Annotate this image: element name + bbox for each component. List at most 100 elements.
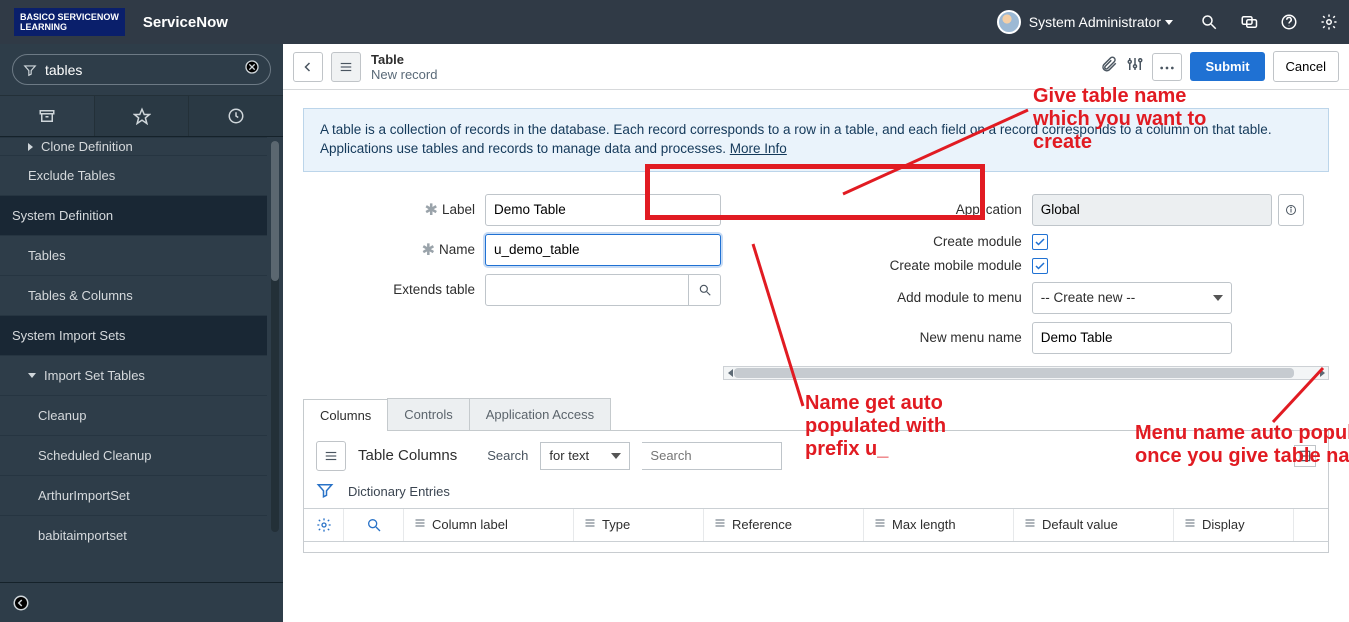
extends-lookup-button[interactable] [689, 274, 721, 306]
nav-item-label: Scheduled Cleanup [38, 448, 151, 463]
create-mobile-checkbox[interactable] [1032, 258, 1048, 274]
column-header[interactable]: Max length [864, 509, 1014, 541]
submit-button[interactable]: Submit [1190, 52, 1264, 81]
user-menu[interactable]: System Administrator [1029, 14, 1161, 30]
conversations-icon[interactable] [1237, 10, 1261, 34]
gear-icon [316, 517, 332, 533]
nav-item-label: System Import Sets [12, 328, 125, 343]
check-icon [1034, 260, 1046, 272]
app-navigator: Clone Definition Exclude Tables System Def… [0, 44, 283, 622]
nav-item[interactable]: Exclude Tables [0, 155, 267, 195]
nav-item[interactable]: ArthurImportSet [0, 475, 267, 515]
tab-application-access[interactable]: Application Access [469, 398, 611, 430]
nav-item[interactable]: Tables & Columns [0, 275, 267, 315]
chevron-down-icon [611, 453, 621, 459]
collapse-icon [12, 594, 30, 612]
filter-breadcrumb[interactable]: Dictionary Entries [348, 484, 450, 499]
tab-columns[interactable]: Columns [303, 399, 388, 431]
form-menu-button[interactable] [331, 52, 361, 82]
column-header[interactable]: Column label [404, 509, 574, 541]
back-button[interactable] [293, 52, 323, 82]
nav-item-label: babitaimportset [38, 528, 127, 543]
column-header-label: Max length [892, 517, 956, 532]
nav-item[interactable]: Clone Definition [0, 137, 267, 155]
list-title: Table Columns [358, 447, 457, 464]
add-menu-label: Add module to menu [897, 290, 1022, 305]
check-icon [1034, 236, 1046, 248]
list-search-input[interactable] [642, 442, 782, 470]
collapse-list-icon[interactable]: ⊟ [1294, 445, 1316, 467]
archive-icon [38, 107, 56, 125]
logo: BASICO SERVICENOW LEARNING [14, 8, 125, 36]
nav-item-label: ArthurImportSet [38, 488, 130, 503]
nav-item[interactable]: System Import Sets [0, 315, 267, 355]
create-module-checkbox[interactable] [1032, 234, 1048, 250]
cancel-button[interactable]: Cancel [1273, 51, 1339, 82]
extends-label: Extends table [393, 282, 475, 297]
name-field[interactable] [485, 234, 721, 266]
more-info-link[interactable]: More Info [730, 141, 787, 156]
chevron-down-icon [1213, 295, 1223, 301]
search-icon [366, 517, 382, 533]
nav-tree: Clone Definition Exclude Tables System Def… [0, 137, 283, 582]
nav-item[interactable]: Scheduled Cleanup [0, 435, 267, 475]
nav-item[interactable]: Cleanup [0, 395, 267, 435]
nav-item[interactable]: System Definition [0, 195, 267, 235]
personalize-icon[interactable] [1126, 55, 1144, 78]
create-module-label: Create module [933, 234, 1022, 249]
nav-item-label: Exclude Tables [28, 168, 115, 183]
column-header-label: Reference [732, 517, 792, 532]
nav-filter[interactable] [12, 54, 271, 85]
tab-controls[interactable]: Controls [387, 398, 469, 430]
list-search-toggle[interactable] [344, 509, 404, 541]
form-header: Table New record Submit Cancel [283, 44, 1349, 90]
page-subtitle: New record [371, 67, 437, 82]
add-menu-select[interactable]: -- Create new -- [1032, 282, 1232, 314]
column-header[interactable]: Type [574, 509, 704, 541]
list-menu-button[interactable] [316, 441, 346, 471]
nav-tab-history[interactable] [189, 96, 283, 136]
column-header[interactable]: Default value [1014, 509, 1174, 541]
required-icon: ✱ [425, 200, 438, 220]
user-menu-caret-icon[interactable] [1165, 20, 1173, 25]
search-icon[interactable] [1197, 10, 1221, 34]
chevron-left-icon [302, 61, 314, 73]
column-header-label: Default value [1042, 517, 1118, 532]
application-info-button[interactable] [1278, 194, 1304, 226]
list-search-mode[interactable]: for text [540, 442, 630, 470]
nav-tab-favorites[interactable] [95, 96, 189, 136]
nav-filter-input[interactable] [45, 62, 244, 78]
new-menu-field[interactable] [1032, 322, 1232, 354]
application-label: Application [956, 202, 1022, 217]
column-header-label: Display [1202, 517, 1245, 532]
hamburger-icon [324, 449, 338, 463]
nav-item[interactable]: Tables [0, 235, 267, 275]
nav-item[interactable]: babitaimportset [0, 515, 267, 555]
form-h-scroll[interactable] [723, 366, 1329, 380]
nav-tab-all[interactable] [0, 96, 94, 136]
nav-item[interactable]: Import Set Tables [0, 355, 267, 395]
label-field[interactable] [485, 194, 721, 226]
help-icon[interactable] [1277, 10, 1301, 34]
attachment-icon[interactable] [1100, 55, 1118, 78]
column-header-label: Type [602, 517, 630, 532]
nav-item-label: Import Set Tables [44, 368, 145, 383]
avatar[interactable] [997, 10, 1021, 34]
clear-filter-icon[interactable] [244, 59, 260, 80]
list-personalize-button[interactable] [304, 509, 344, 541]
column-header[interactable]: Reference [704, 509, 864, 541]
page-title: Table [371, 52, 437, 67]
info-icon [1285, 204, 1297, 216]
column-header-label: Column label [432, 517, 508, 532]
column-header[interactable]: Display [1174, 509, 1294, 541]
new-menu-label: New menu name [920, 330, 1022, 345]
more-icon[interactable] [1152, 53, 1182, 81]
nav-collapse-button[interactable] [0, 582, 283, 622]
nav-scrollbar[interactable] [271, 141, 279, 532]
gear-icon[interactable] [1317, 10, 1341, 34]
application-field [1032, 194, 1272, 226]
nav-item-label: Tables [28, 248, 66, 263]
extends-field[interactable] [485, 274, 689, 306]
list-search-label: Search [487, 448, 528, 463]
filter-icon[interactable] [316, 481, 334, 502]
